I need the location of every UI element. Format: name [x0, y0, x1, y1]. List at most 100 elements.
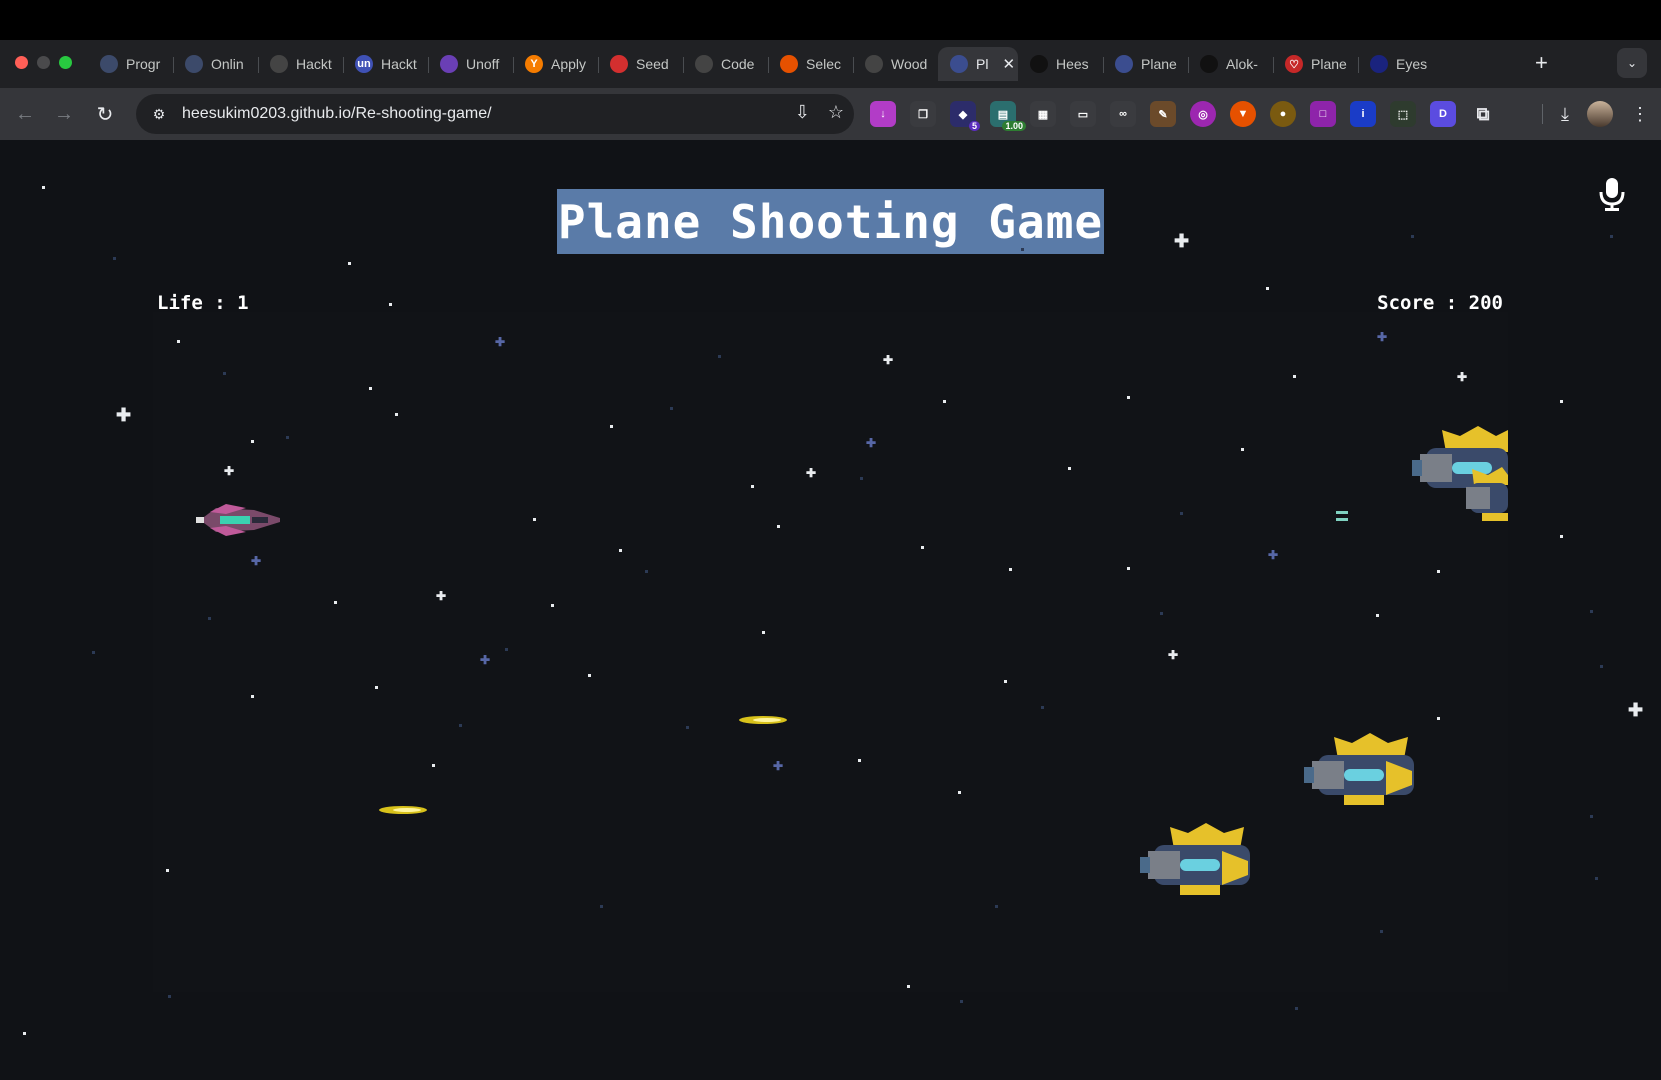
star	[670, 407, 673, 410]
star	[348, 262, 351, 265]
extension-value-icon[interactable]: ▤ 1.00	[990, 101, 1026, 131]
extension-copy-icon[interactable]: ❐	[910, 101, 936, 127]
tab-favicon-icon	[780, 55, 798, 73]
score-counter: Score : 200	[1377, 292, 1503, 314]
minimize-window-button[interactable]	[37, 56, 50, 69]
reload-button[interactable]: ↻	[91, 100, 119, 128]
browser-tab[interactable]: ♡ Plane	[1273, 47, 1358, 81]
star	[375, 686, 378, 689]
tab-title: Hackt	[381, 56, 417, 72]
tab-favicon-icon	[440, 55, 458, 73]
browser-tab[interactable]: Onlin	[173, 47, 258, 81]
star	[23, 1032, 26, 1035]
downloads-icon[interactable]: ⤓	[1561, 104, 1569, 125]
star	[1610, 235, 1613, 238]
star	[1180, 512, 1183, 515]
game-canvas[interactable]	[153, 312, 1508, 992]
menu-dots-icon[interactable]: ⋮	[1631, 104, 1649, 125]
star	[1127, 567, 1130, 570]
toolbar-separator	[1542, 104, 1544, 124]
star	[1590, 610, 1593, 613]
star	[1595, 877, 1598, 880]
forward-button[interactable]: →	[50, 100, 78, 128]
extension-square-icon[interactable]: □	[1310, 101, 1336, 127]
extension-download-icon[interactable]: ↓	[870, 101, 896, 127]
browser-tab[interactable]: Wood	[853, 47, 938, 81]
player-ship	[196, 504, 280, 536]
tab-title: Eyes	[1396, 56, 1428, 72]
star	[718, 355, 721, 358]
star	[1437, 570, 1440, 573]
star	[762, 631, 765, 634]
tab-favicon-icon: un	[355, 55, 373, 73]
window-top-bar	[0, 0, 1661, 40]
star	[1437, 717, 1440, 720]
star	[1376, 614, 1379, 617]
browser-tab[interactable]: Alok-	[1188, 47, 1273, 81]
profile-avatar[interactable]	[1587, 101, 1613, 127]
tabs-container: Progr Onlin Hackt un Hackt Unoff Y Apply Seed Cod…	[88, 46, 1591, 82]
extension-d-icon[interactable]: D	[1430, 101, 1456, 127]
install-app-icon[interactable]: ⇩	[795, 102, 810, 123]
browser-tab[interactable]: Code	[683, 47, 768, 81]
star	[860, 477, 863, 480]
browser-tab[interactable]: Progr	[88, 47, 173, 81]
star	[395, 413, 398, 416]
tab-title: Hackt	[296, 56, 332, 72]
extension-globe-icon[interactable]: ◎	[1190, 101, 1216, 127]
browser-tab[interactable]: Unoff	[428, 47, 513, 81]
browser-tab[interactable]: Hees	[1018, 47, 1103, 81]
tab-favicon-icon	[695, 55, 713, 73]
url-text: heesukim0203.github.io/Re-shooting-game/	[182, 105, 492, 122]
extension-glasses-icon[interactable]: ∞	[1110, 101, 1136, 127]
star	[1004, 680, 1007, 683]
site-info-icon[interactable]: ⚙	[148, 103, 170, 125]
tab-search-button[interactable]: ⌄	[1617, 48, 1647, 78]
star	[208, 617, 211, 620]
browser-tab[interactable]: Pl ✕	[938, 47, 1018, 81]
enemy-bullet	[1336, 518, 1348, 521]
extension-bug-icon[interactable]: ●	[1270, 101, 1296, 127]
bookmark-star-icon[interactable]: ☆	[828, 102, 844, 123]
tab-title: Selec	[806, 56, 842, 72]
extension-grid-icon[interactable]: ▦	[1030, 101, 1056, 127]
tab-title: Unoff	[466, 56, 500, 72]
browser-tab[interactable]: Plane	[1103, 47, 1188, 81]
extension-capture-icon[interactable]: ⬚	[1390, 101, 1416, 127]
browser-tab[interactable]: Selec	[768, 47, 853, 81]
star	[1600, 665, 1603, 668]
star	[1127, 396, 1130, 399]
sparkle-star: ✚	[773, 759, 784, 773]
star	[1560, 535, 1563, 538]
microphone-icon[interactable]	[1597, 176, 1627, 212]
address-bar[interactable]: ⚙ heesukim0203.github.io/Re-shooting-gam…	[136, 94, 854, 134]
close-tab-icon[interactable]: ✕	[1002, 55, 1015, 73]
tab-strip: Progr Onlin Hackt un Hackt Unoff Y Apply Seed Cod…	[0, 40, 1661, 88]
back-button[interactable]: ←	[11, 100, 39, 128]
extension-badge-icon[interactable]: ◆ 5	[950, 101, 980, 131]
browser-tab[interactable]: un Hackt	[343, 47, 428, 81]
extension-window-icon[interactable]: ▭	[1070, 101, 1096, 127]
star	[858, 759, 861, 762]
star	[251, 695, 254, 698]
star	[686, 726, 689, 729]
extension-info-icon[interactable]: i	[1350, 101, 1376, 127]
star	[1293, 375, 1296, 378]
star	[389, 303, 392, 306]
sparkle-star: ✚	[1377, 330, 1388, 344]
browser-tab[interactable]: Y Apply	[513, 47, 598, 81]
star	[1560, 400, 1563, 403]
extension-fox-icon[interactable]: ▼	[1230, 101, 1256, 127]
close-window-button[interactable]	[15, 56, 28, 69]
tab-title: Alok-	[1226, 56, 1258, 72]
extension-pencil-icon[interactable]: ✎	[1150, 101, 1176, 127]
sparkle-star: ✚	[883, 353, 894, 367]
extensions-puzzle-icon[interactable]: ⧉	[1470, 101, 1496, 127]
browser-tab[interactable]: Seed	[598, 47, 683, 81]
browser-tab[interactable]: Hackt	[258, 47, 343, 81]
new-tab-button[interactable]: +	[1535, 48, 1548, 78]
star	[1041, 706, 1044, 709]
browser-toolbar: ← → ↻ ⚙ heesukim0203.github.io/Re-shooti…	[0, 88, 1661, 140]
browser-tab[interactable]: Eyes	[1358, 47, 1443, 81]
maximize-window-button[interactable]	[59, 56, 72, 69]
